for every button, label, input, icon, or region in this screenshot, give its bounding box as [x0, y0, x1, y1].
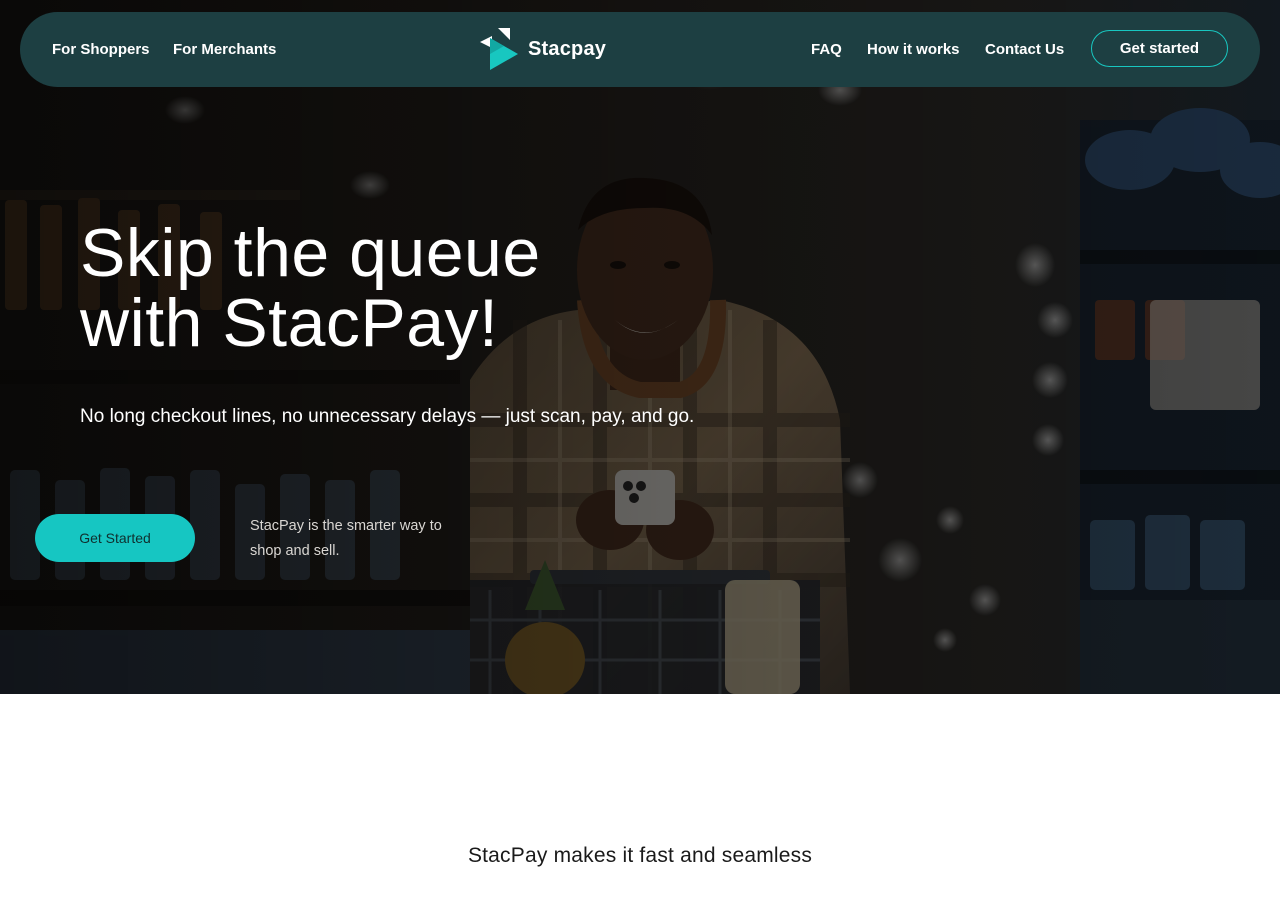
nav-link-for-shoppers[interactable]: For Shoppers [52, 12, 150, 87]
page: Skip the queue with StacPay! No long che… [0, 0, 1280, 900]
top-navbar: For Shoppers For Merchants Stacpay FAQ H… [20, 12, 1260, 87]
section-heading: StacPay makes it fast and seamless [467, 844, 813, 867]
nav-get-started-button[interactable]: Get started [1091, 30, 1228, 67]
hero-tagline: StacPay is the smarter way to shop and s… [250, 514, 490, 564]
hero-section: Skip the queue with StacPay! No long che… [0, 0, 1280, 694]
brand-home-link[interactable]: Stacpay [478, 26, 618, 72]
nav-link-how-it-works[interactable]: How it works [867, 12, 960, 87]
brand-name: Stacpay [528, 37, 607, 60]
get-started-button[interactable]: Get Started [35, 514, 195, 562]
nav-link-faq[interactable]: FAQ [811, 12, 842, 87]
hero-subtitle: No long checkout lines, no unnecessary d… [80, 406, 695, 427]
nav-link-contact-us[interactable]: Contact Us [985, 12, 1064, 87]
stacpay-logo-icon [480, 28, 518, 70]
hero-title-line-2: with StacPay! [80, 285, 499, 361]
hero-tagline-line-1: StacPay is the smarter way to [250, 518, 442, 534]
nav-link-for-merchants[interactable]: For Merchants [173, 12, 276, 87]
hero-title: Skip the queue with StacPay! [80, 218, 700, 358]
hero-tagline-line-2: shop and sell. [250, 543, 340, 559]
hero-title-line-1: Skip the queue [80, 215, 541, 291]
